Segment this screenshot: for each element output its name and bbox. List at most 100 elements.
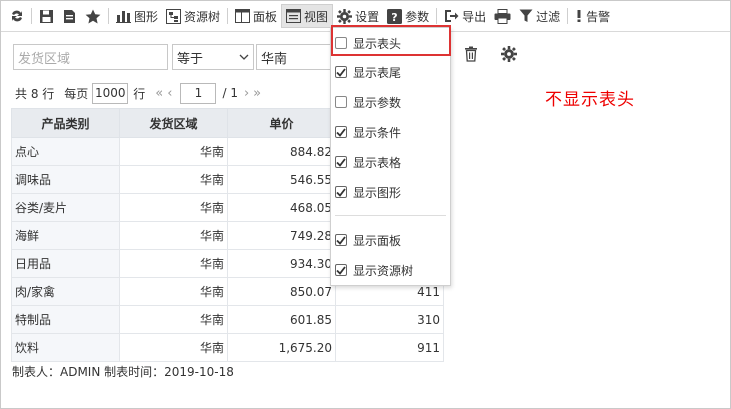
table-cell: 546.55 (227, 165, 336, 194)
last-page-button[interactable]: » (253, 86, 261, 101)
menu-item-label: 显示资源树 (353, 263, 414, 278)
table-cell: 749.28 (227, 221, 336, 250)
panel-button[interactable]: 面板 (231, 4, 281, 28)
menu-item-show-conditions[interactable]: 显示条件 (335, 121, 401, 143)
save-as-button[interactable] (58, 4, 81, 28)
toolbar-divider (227, 8, 229, 24)
field-select-placeholder: 发货区域 (18, 51, 71, 67)
bar-chart-icon (116, 11, 131, 23)
delete-condition-button[interactable] (464, 46, 478, 65)
menu-item-show-footer[interactable]: 显示表尾 (335, 61, 401, 83)
menu-item-show-params[interactable]: 显示参数 (335, 91, 401, 113)
total-rows: 共 8 行 (15, 86, 55, 101)
checkbox-checked-icon[interactable] (335, 186, 347, 198)
table-cell: 华南 (119, 165, 228, 194)
checkbox-checked-icon[interactable] (335, 156, 347, 168)
alert-button[interactable]: 告警 (571, 4, 614, 28)
params-button-label: 参数 (405, 9, 430, 24)
per-page-input[interactable]: 1000 (92, 82, 129, 104)
view-button[interactable]: 视图 (281, 4, 334, 28)
filter-value-text: 华南 (261, 51, 288, 67)
filter-value-input[interactable]: 华南 (256, 44, 336, 70)
menu-item-label: 显示条件 (353, 125, 402, 140)
table-cell: 1,675.20 (227, 333, 336, 362)
table-cell: 884.82 (227, 137, 336, 166)
page-input[interactable]: 1 (180, 82, 217, 104)
checkbox-unchecked-icon[interactable] (335, 96, 347, 108)
trash-icon (465, 46, 477, 62)
view-dropdown-menu: 显示表头 显示表尾 显示参数 显示条件 显示表格 显示图形 显示面板 显示资源树 (330, 27, 451, 286)
refresh-button[interactable] (6, 4, 28, 28)
export-icon (445, 10, 459, 22)
menu-item-label: 显示表格 (353, 155, 402, 170)
svg-text:?: ? (391, 11, 397, 24)
table-cell: 468.05 (227, 193, 336, 222)
column-header[interactable]: 单价 (227, 108, 336, 138)
help-icon: ? (387, 8, 403, 24)
checkbox-checked-icon[interactable] (335, 126, 347, 138)
alert-button-label: 告警 (586, 9, 611, 24)
chart-button[interactable]: 图形 (112, 4, 162, 28)
menu-divider (335, 215, 446, 216)
table-cell: 日用品 (11, 249, 120, 278)
toolbar-divider (31, 8, 32, 24)
menu-item-show-chart[interactable]: 显示图形 (335, 181, 401, 203)
field-select[interactable]: 发货区域 (13, 44, 168, 70)
view-button-label: 视图 (304, 9, 329, 24)
filter-button-label: 过滤 (536, 9, 561, 24)
refresh-icon (12, 10, 22, 22)
panel-icon (235, 9, 251, 23)
menu-item-label: 显示图形 (353, 185, 402, 200)
menu-item-label: 显示面板 (353, 233, 402, 248)
table-cell: 谷类/麦片 (11, 193, 120, 222)
print-icon (494, 8, 511, 24)
table-cell: 934.30 (227, 249, 336, 278)
toolbar-divider (108, 8, 109, 24)
annotation-text: 不显示表头 (545, 90, 635, 110)
column-header[interactable]: 产品类别 (11, 108, 120, 138)
save-as-icon (64, 9, 75, 23)
checkbox-checked-icon[interactable] (335, 264, 347, 276)
alert-icon (577, 10, 581, 22)
page-count: / 1 (222, 86, 238, 100)
filter-icon (519, 9, 533, 22)
menu-item-show-table[interactable]: 显示表格 (335, 151, 401, 173)
highlight-box (331, 25, 451, 56)
resource-tree-button[interactable]: 资源树 (162, 4, 224, 28)
favorite-button[interactable] (81, 4, 105, 28)
table-cell: 850.07 (227, 277, 336, 306)
gear-icon (501, 46, 517, 62)
filter-button[interactable]: 过滤 (515, 4, 564, 28)
next-page-button[interactable]: › (244, 86, 249, 101)
table-footer-note: 制表人：ADMIN 制表时间：2019-10-18 (12, 365, 234, 379)
operator-select[interactable]: 等于 (172, 44, 254, 70)
column-header[interactable]: 发货区域 (119, 108, 228, 138)
table-cell: 饮料 (11, 333, 120, 362)
gear-icon (337, 8, 353, 24)
settings-button-label: 设置 (355, 9, 380, 24)
menu-item-label: 显示参数 (353, 95, 402, 110)
checkbox-checked-icon[interactable] (335, 234, 347, 246)
print-button[interactable] (490, 4, 515, 28)
table-row: 饮料 华南 1,675.20 911 (11, 333, 444, 362)
prev-page-button[interactable]: ‹ (167, 86, 172, 101)
toolbar-divider (436, 8, 438, 24)
chevron-down-icon (239, 54, 249, 60)
menu-item-show-panel[interactable]: 显示面板 (335, 229, 401, 251)
chart-button-label: 图形 (134, 9, 159, 24)
menu-item-show-resource-tree[interactable]: 显示资源树 (335, 259, 413, 281)
resource-tree-icon (166, 8, 182, 24)
table-cell: 310 (335, 305, 444, 334)
per-page-label: 每页 (64, 86, 89, 101)
panel-button-label: 面板 (253, 9, 278, 24)
table-cell: 华南 (119, 137, 228, 166)
checkbox-checked-icon[interactable] (335, 66, 347, 78)
menu-item-label: 显示表尾 (353, 65, 402, 80)
table-cell: 特制品 (11, 305, 120, 334)
table-cell: 调味品 (11, 165, 120, 194)
table-cell: 华南 (119, 221, 228, 250)
condition-settings-button[interactable] (501, 46, 517, 65)
view-icon (286, 9, 302, 23)
first-page-button[interactable]: « (155, 86, 163, 101)
save-button[interactable] (35, 4, 58, 28)
